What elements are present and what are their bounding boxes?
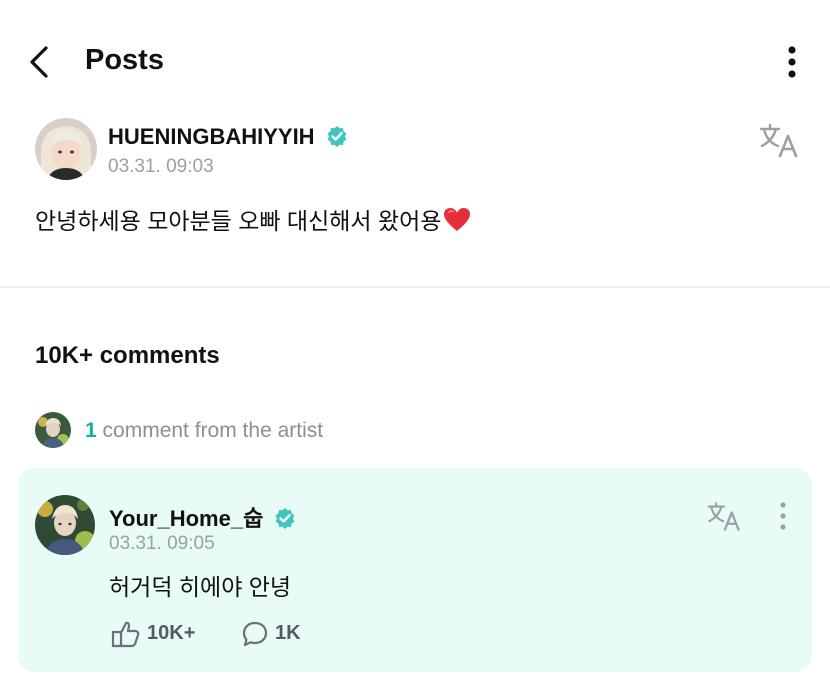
artist-comment-label: 1 comment from the artist [85, 419, 323, 443]
more-options-button[interactable] [780, 44, 804, 80]
comment-timestamp: 03.31. 09:05 [109, 533, 215, 554]
translate-icon [707, 502, 740, 531]
artist-comment-text: comment from the artist [102, 419, 324, 442]
more-vertical-icon [788, 46, 796, 78]
post-timestamp: 03.31. 09:03 [108, 156, 214, 177]
post: HUENINGBAHIYYIH 03.31. 09:03 안녕하세용 모아분들 … [0, 110, 830, 286]
translate-icon [759, 123, 798, 158]
post-body-text: 안녕하세용 모아분들 오빠 대신해서 왔어용 [35, 208, 442, 234]
verified-badge-icon [276, 508, 295, 529]
artist-comment-count: 1 [85, 419, 97, 442]
author-name[interactable]: HUENINGBAHIYYIH [108, 124, 348, 150]
heart-icon [444, 208, 471, 231]
top-bar: Posts [0, 0, 830, 120]
commenter-avatar[interactable] [35, 495, 95, 555]
page-title: Posts [85, 44, 164, 76]
verified-badge-icon [327, 126, 347, 147]
comments-count: 10K+ comments [35, 342, 220, 369]
reply-icon [242, 621, 268, 647]
like-icon [111, 621, 140, 648]
post-body: 안녕하세용 모아분들 오빠 대신해서 왔어용 [35, 202, 471, 236]
comment-body: 허거덕 히에야 안녕 [109, 574, 292, 600]
artist-avatar [35, 412, 71, 448]
comment-translate-button[interactable] [706, 500, 742, 532]
translate-button[interactable] [758, 122, 800, 158]
like-count: 10K+ [147, 622, 196, 644]
author-avatar[interactable] [35, 118, 97, 180]
commenter-name[interactable]: Your_Home_숩 [109, 501, 296, 533]
back-button[interactable] [24, 42, 56, 82]
reply-button[interactable]: 1K [241, 618, 321, 650]
author-name-text: HUENINGBAHIYYIH [108, 124, 315, 149]
commenter-name-text: Your_Home_숩 [109, 506, 264, 531]
reply-count: 1K [275, 622, 301, 644]
artist-comment-card: Your_Home_숩 03.31. 09:05 허거덕 히에야 안녕 10K+ [18, 468, 812, 672]
like-button[interactable]: 10K+ [109, 618, 219, 650]
comment-more-button[interactable] [774, 500, 792, 532]
back-arrow-icon [30, 46, 48, 78]
more-vertical-icon [780, 502, 786, 530]
section-divider [0, 286, 830, 288]
